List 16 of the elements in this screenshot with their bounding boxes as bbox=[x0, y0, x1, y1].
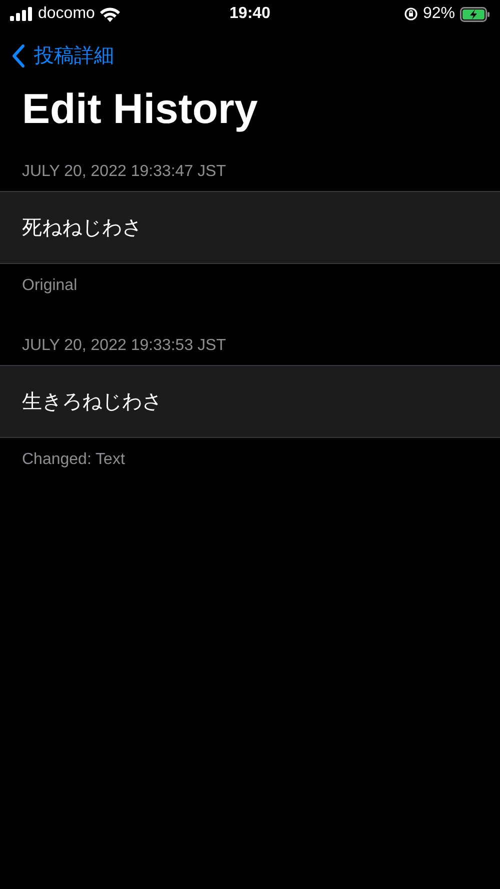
carrier-name: docomo bbox=[38, 4, 95, 24]
back-button[interactable]: 投稿詳細 bbox=[12, 41, 114, 71]
section-header: JULY 20, 2022 19:33:53 JST bbox=[21, 336, 227, 356]
section-footer: Changed: Text bbox=[0, 448, 500, 472]
section-footer: Original bbox=[0, 274, 500, 298]
status-time: 19:40 bbox=[230, 4, 270, 24]
wifi-icon bbox=[100, 6, 120, 22]
chevron-left-icon bbox=[12, 44, 26, 68]
page-title: Edit History bbox=[21, 84, 259, 134]
history-entry: 生きろねじわさ bbox=[0, 365, 500, 438]
section-header: JULY 20, 2022 19:33:47 JST bbox=[21, 162, 227, 182]
signal-icon bbox=[10, 7, 33, 21]
battery-percent: 92% bbox=[422, 4, 455, 24]
history-entry: 死ねねじわさ bbox=[0, 191, 500, 264]
battery-charging-icon bbox=[460, 6, 490, 22]
orientation-lock-icon bbox=[404, 7, 418, 21]
